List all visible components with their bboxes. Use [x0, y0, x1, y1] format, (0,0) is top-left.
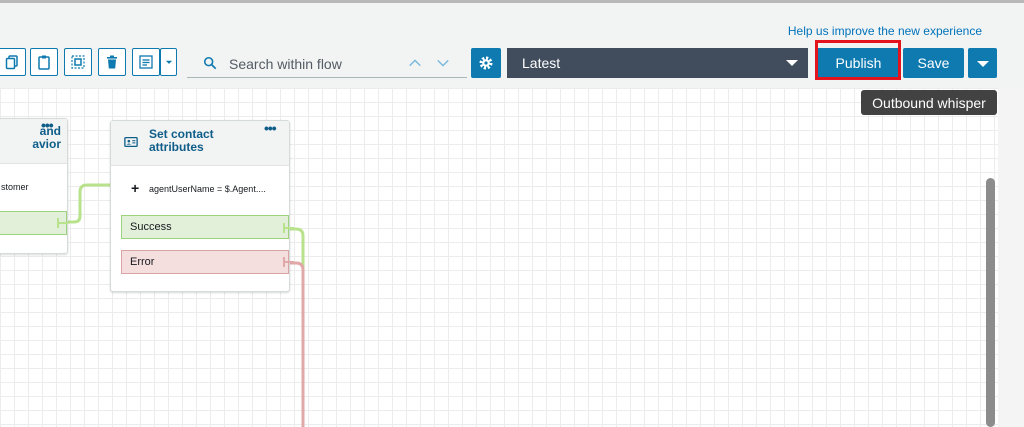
more-options-icon[interactable]: •••	[264, 120, 277, 136]
help-improve-link[interactable]: Help us improve the new experience	[788, 24, 982, 38]
caret-down-icon	[977, 61, 989, 67]
left-partial-block[interactable]: and avior ••• stomer	[0, 117, 69, 254]
notes-button[interactable]	[132, 48, 160, 76]
select-icon	[71, 55, 85, 69]
error-branch: Error	[121, 250, 289, 274]
settings-button[interactable]	[471, 48, 501, 78]
attribute-entry: agentUserName = $.Agent....	[149, 184, 266, 194]
contact-card-icon	[124, 136, 138, 148]
paste-button[interactable]	[30, 48, 58, 76]
chevron-up-icon[interactable]	[407, 56, 423, 70]
block-text: stomer	[1, 182, 29, 192]
block-title: Set contact attributes	[149, 128, 214, 154]
flow-canvas[interactable]: and avior ••• stomer Set contact attribu…	[0, 88, 998, 427]
top-border	[0, 0, 1024, 3]
connector-port-icon[interactable]	[283, 222, 295, 234]
block-title-line2: attributes	[149, 140, 204, 154]
set-contact-attributes-block[interactable]: Set contact attributes ••• + agentUserNa…	[110, 120, 294, 292]
block-tooltip: Outbound whisper	[861, 90, 997, 115]
block-title-line2: avior	[32, 137, 61, 151]
trash-icon	[107, 55, 117, 69]
search-input[interactable]	[227, 52, 401, 76]
copy-button[interactable]	[0, 48, 26, 76]
version-selected-value: Latest	[522, 55, 561, 71]
flow-toolbar: Latest Publish Save	[0, 46, 1024, 78]
version-select[interactable]: Latest	[507, 48, 808, 78]
chevron-down-icon[interactable]	[435, 56, 451, 70]
connector-port-icon[interactable]	[57, 216, 69, 230]
add-icon[interactable]: +	[131, 180, 139, 196]
connector-port-icon[interactable]	[283, 256, 295, 268]
more-options-icon[interactable]: •••	[41, 117, 54, 133]
clipboard-icon	[38, 55, 50, 70]
delete-button[interactable]	[98, 48, 126, 76]
gear-icon	[479, 56, 493, 70]
save-options-dropdown[interactable]	[968, 48, 997, 78]
copy-icon	[5, 55, 18, 70]
success-branch: Success	[121, 215, 289, 239]
scrollbar-thumb[interactable]	[986, 178, 995, 427]
search-icon	[203, 56, 217, 70]
select-all-button[interactable]	[64, 48, 92, 76]
notes-icon	[139, 55, 153, 69]
scrollbar-track[interactable]	[998, 88, 1024, 427]
publish-button[interactable]: Publish	[817, 48, 900, 78]
caret-down-icon	[165, 60, 172, 64]
search-field	[187, 48, 467, 78]
caret-down-icon	[786, 60, 798, 66]
notes-dropdown-button[interactable]	[160, 48, 177, 76]
save-button[interactable]: Save	[903, 48, 964, 78]
